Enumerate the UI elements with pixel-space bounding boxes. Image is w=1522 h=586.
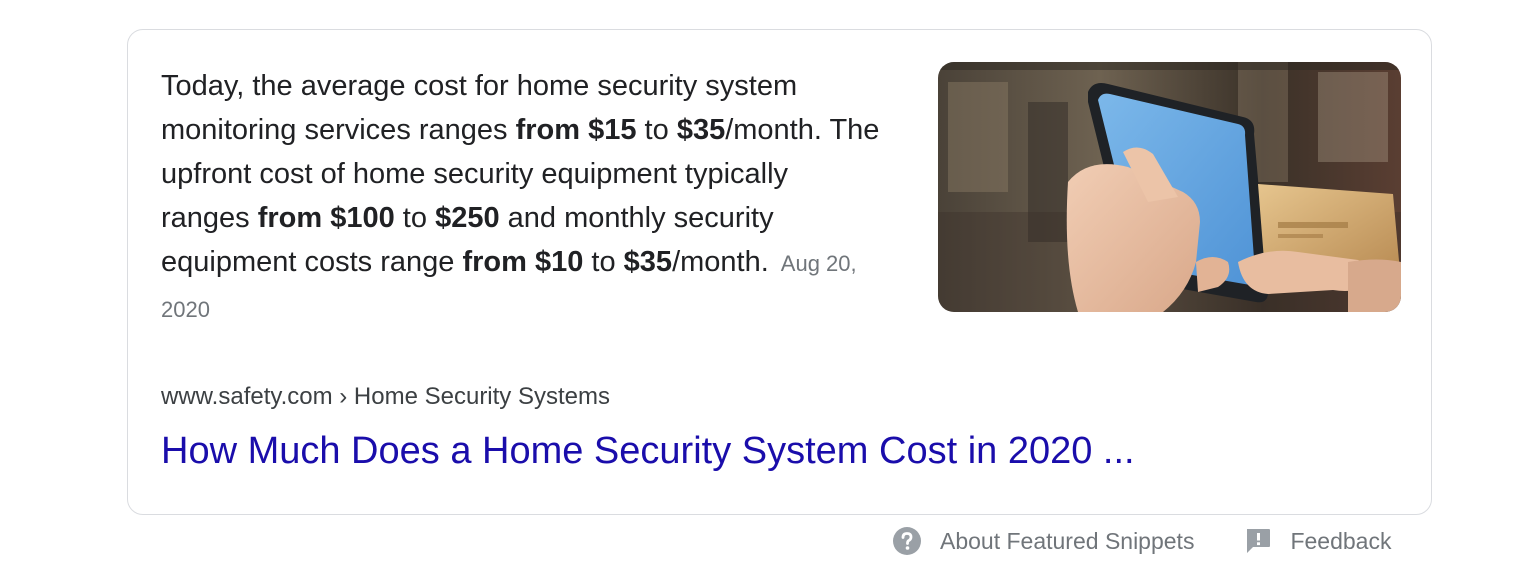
snippet-footer: About Featured Snippets Feedback (892, 522, 1391, 560)
snippet-bold-from-10: from $10 (462, 246, 584, 278)
snippet-bold-35-month: $35 (623, 246, 673, 278)
help-circle-icon (892, 526, 922, 556)
snippet-bold-from-15: from $15 (515, 114, 637, 146)
snippet-text-seg7: /month. (672, 246, 769, 278)
snippet-text-seg4: to (394, 202, 436, 234)
result-title-link[interactable]: How Much Does a Home Security System Cos… (161, 426, 1135, 476)
feedback-link[interactable]: Feedback (1244, 527, 1391, 555)
snippet-text: Today, the average cost for home securit… (161, 64, 881, 332)
snippet-bold-35: $35 (676, 114, 726, 146)
about-featured-snippets-link[interactable]: About Featured Snippets (892, 526, 1194, 556)
result-breadcrumb[interactable]: www.safety.com › Home Security Systems (161, 381, 610, 413)
snippet-bold-250: $250 (435, 202, 500, 234)
featured-snippet-card: Today, the average cost for home securit… (127, 29, 1432, 515)
feedback-label: Feedback (1290, 527, 1392, 554)
snippet-thumbnail-image[interactable] (938, 62, 1401, 312)
snippet-text-seg6: to (583, 246, 624, 278)
snippet-bold-from-100: from $100 (257, 202, 395, 234)
about-featured-snippets-label: About Featured Snippets (940, 527, 1195, 554)
snippet-text-seg2: to (636, 114, 677, 146)
feedback-icon (1244, 527, 1272, 555)
